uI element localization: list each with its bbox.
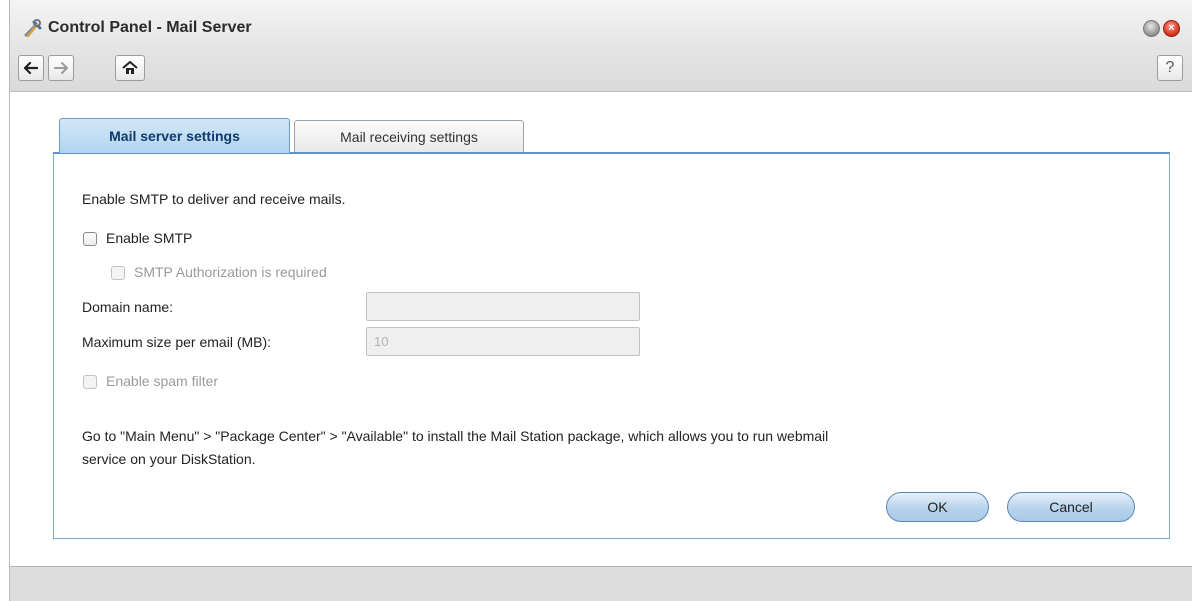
home-button[interactable] — [115, 55, 145, 81]
arrow-right-icon — [54, 62, 68, 74]
minimize-button[interactable] — [1143, 20, 1160, 37]
window-title: Control Panel - Mail Server — [48, 19, 252, 36]
domain-name-input[interactable] — [366, 292, 640, 321]
status-bar — [10, 566, 1192, 601]
back-button[interactable] — [18, 55, 44, 81]
mail-station-note-line1: Go to "Main Menu" > "Package Center" > "… — [82, 428, 829, 444]
spam-filter-label: Enable spam filter — [106, 373, 219, 389]
control-panel-window: Control Panel - Mail Server × ? Mail ser… — [9, 0, 1192, 601]
settings-panel: Enable SMTP to deliver and receive mails… — [53, 152, 1170, 539]
tab-mail-server-settings[interactable]: Mail server settings — [59, 118, 290, 153]
wrench-screwdriver-icon — [22, 18, 42, 38]
mail-station-note-line2: service on your DiskStation. — [82, 451, 256, 467]
spam-filter-checkbox[interactable] — [83, 375, 97, 389]
help-icon: ? — [1165, 59, 1175, 76]
smtp-auth-checkbox[interactable] — [111, 266, 125, 280]
close-icon: × — [1168, 22, 1175, 34]
cancel-button[interactable]: Cancel — [1007, 492, 1135, 522]
arrow-left-icon — [24, 62, 38, 74]
ok-button[interactable]: OK — [886, 492, 989, 522]
enable-smtp-checkbox[interactable] — [83, 232, 97, 246]
max-size-input[interactable]: 10 — [366, 327, 640, 356]
close-button[interactable]: × — [1163, 20, 1180, 37]
max-size-label: Maximum size per email (MB): — [82, 334, 272, 350]
tab-mail-receiving-settings[interactable]: Mail receiving settings — [294, 120, 524, 152]
smtp-auth-label: SMTP Authorization is required — [134, 264, 327, 280]
intro-text: Enable SMTP to deliver and receive mails… — [82, 191, 346, 207]
help-button[interactable]: ? — [1157, 55, 1183, 81]
enable-smtp-label[interactable]: Enable SMTP — [106, 230, 192, 246]
forward-button[interactable] — [48, 55, 74, 81]
domain-name-label: Domain name: — [82, 299, 174, 315]
title-bar[interactable]: Control Panel - Mail Server × ? — [10, 0, 1192, 92]
home-icon — [122, 61, 138, 74]
